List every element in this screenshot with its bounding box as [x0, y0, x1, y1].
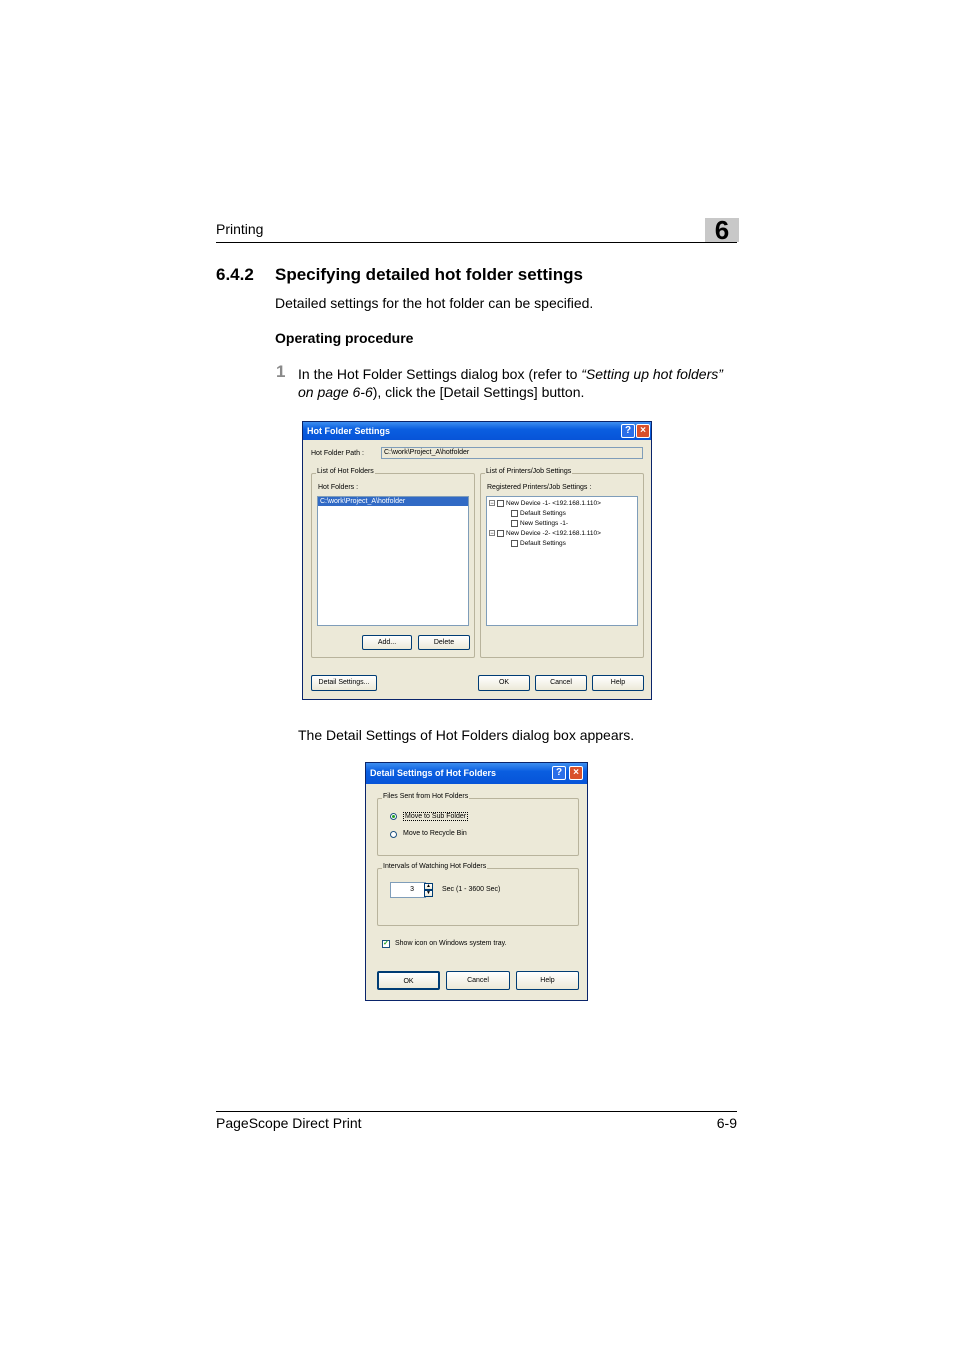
tree-label: New Device -2- <192.168.1.110> — [506, 530, 601, 537]
tree-label: Default Settings — [520, 510, 566, 517]
header-rule — [216, 242, 737, 243]
cancel-button[interactable]: Cancel — [535, 675, 587, 691]
show-icon-checkbox[interactable]: ✓ — [382, 940, 390, 948]
printer-icon — [497, 529, 504, 537]
printers-tree[interactable]: − New Device -1- <192.168.1.110> Default … — [486, 496, 638, 626]
tree-label: New Settings -1- — [520, 520, 569, 527]
delete-button[interactable]: Delete — [418, 635, 470, 650]
printers-group: List of Printers/Job Settings Registered… — [480, 468, 644, 658]
hot-folders-label: Hot Folders : — [318, 484, 359, 491]
settings-icon — [511, 539, 518, 547]
hot-folders-list[interactable]: C:\work\Project_A\hotfolder — [317, 496, 469, 626]
tree-settings-default-2[interactable]: Default Settings — [511, 539, 566, 549]
section-heading: 6.4.2 Specifying detailed hot folder sett… — [216, 265, 583, 285]
list-item[interactable]: C:\work\Project_A\hotfolder — [318, 497, 468, 506]
path-field[interactable]: C:\work\Project_A\hotfolder — [381, 447, 643, 459]
add-button[interactable]: Add... — [362, 635, 412, 650]
help-button[interactable]: Help — [516, 971, 579, 990]
footer-title: PageScope Direct Print — [216, 1115, 362, 1131]
section-number: 6.4.2 — [216, 265, 254, 284]
tree-device-1[interactable]: − New Device -1- <192.168.1.110> — [489, 499, 601, 509]
recycle-radio[interactable] — [390, 831, 397, 838]
spin-down-icon[interactable]: ▼ — [424, 890, 433, 897]
step-text-a: In the Hot Folder Settings dialog box (r… — [298, 366, 582, 382]
printers-group-label: List of Printers/Job Settings — [485, 468, 573, 475]
hot-folder-settings-dialog: Hot Folder Settings ? × Hot Folder Path … — [302, 421, 652, 700]
spin-up-icon[interactable]: ▲ — [424, 883, 433, 890]
help-icon[interactable]: ? — [552, 766, 566, 780]
settings-icon — [511, 519, 518, 527]
result-text: The Detail Settings of Hot Folders dialo… — [298, 727, 635, 743]
show-icon-label[interactable]: Show icon on Windows system tray. — [395, 940, 507, 947]
interval-group-label: Intervals of Watching Hot Folders — [382, 863, 488, 870]
files-group-label: Files Sent from Hot Folders — [382, 793, 470, 800]
tree-settings-default[interactable]: Default Settings — [511, 509, 566, 519]
help-button[interactable]: Help — [592, 675, 644, 691]
close-icon[interactable]: × — [569, 766, 583, 780]
page-number: 6-9 — [716, 1115, 737, 1131]
footer-rule — [216, 1111, 737, 1112]
move-sub-label[interactable]: Move to Sub Folder — [403, 812, 469, 821]
tree-device-2[interactable]: − New Device -2- <192.168.1.110> — [489, 529, 601, 539]
tree-label: Default Settings — [520, 540, 566, 547]
path-label: Hot Folder Path : — [311, 450, 364, 457]
interval-group: Intervals of Watching Hot Folders 3 ▲ ▼ … — [377, 863, 579, 926]
hot-folder-group-label: List of Hot Folders — [316, 468, 375, 475]
section-title: Specifying detailed hot folder settings — [275, 265, 583, 284]
intro-text: Detailed settings for the hot folder can… — [275, 295, 594, 311]
detail-settings-dialog: Detail Settings of Hot Folders ? × Files… — [365, 762, 588, 1001]
tree-settings-new[interactable]: New Settings -1- — [511, 519, 568, 529]
settings-icon — [511, 509, 518, 517]
dialog2-title: Detail Settings of Hot Folders — [370, 768, 497, 778]
step-number: 1 — [276, 362, 286, 381]
close-icon[interactable]: × — [636, 424, 650, 438]
help-icon[interactable]: ? — [621, 424, 635, 438]
printer-icon — [497, 499, 504, 507]
collapse-icon[interactable]: − — [489, 500, 495, 507]
recycle-label[interactable]: Move to Recycle Bin — [403, 830, 467, 837]
collapse-icon[interactable]: − — [489, 530, 495, 537]
step-text: In the Hot Folder Settings dialog box (r… — [298, 365, 740, 401]
registered-label: Registered Printers/Job Settings : — [487, 484, 592, 491]
move-sub-radio[interactable] — [390, 813, 397, 820]
header-section: Printing — [216, 221, 264, 237]
ok-button[interactable]: OK — [377, 971, 440, 990]
dialog1-title: Hot Folder Settings — [307, 426, 390, 436]
detail-settings-button[interactable]: Detail Settings... — [311, 675, 377, 691]
cancel-button[interactable]: Cancel — [446, 971, 510, 990]
dialog1-titlebar: Hot Folder Settings — [303, 422, 651, 440]
hot-folder-list-group: List of Hot Folders Hot Folders : C:\wor… — [311, 468, 475, 658]
interval-input[interactable]: 3 — [390, 882, 426, 898]
tree-label: New Device -1- <192.168.1.110> — [506, 500, 601, 507]
ok-button[interactable]: OK — [478, 675, 530, 691]
procedure-heading: Operating procedure — [275, 330, 414, 346]
files-sent-group: Files Sent from Hot Folders Move to Sub … — [377, 793, 579, 856]
step-text-b: ), click the [Detail Settings] button. — [372, 384, 585, 400]
interval-unit: Sec (1 - 3600 Sec) — [442, 886, 501, 893]
